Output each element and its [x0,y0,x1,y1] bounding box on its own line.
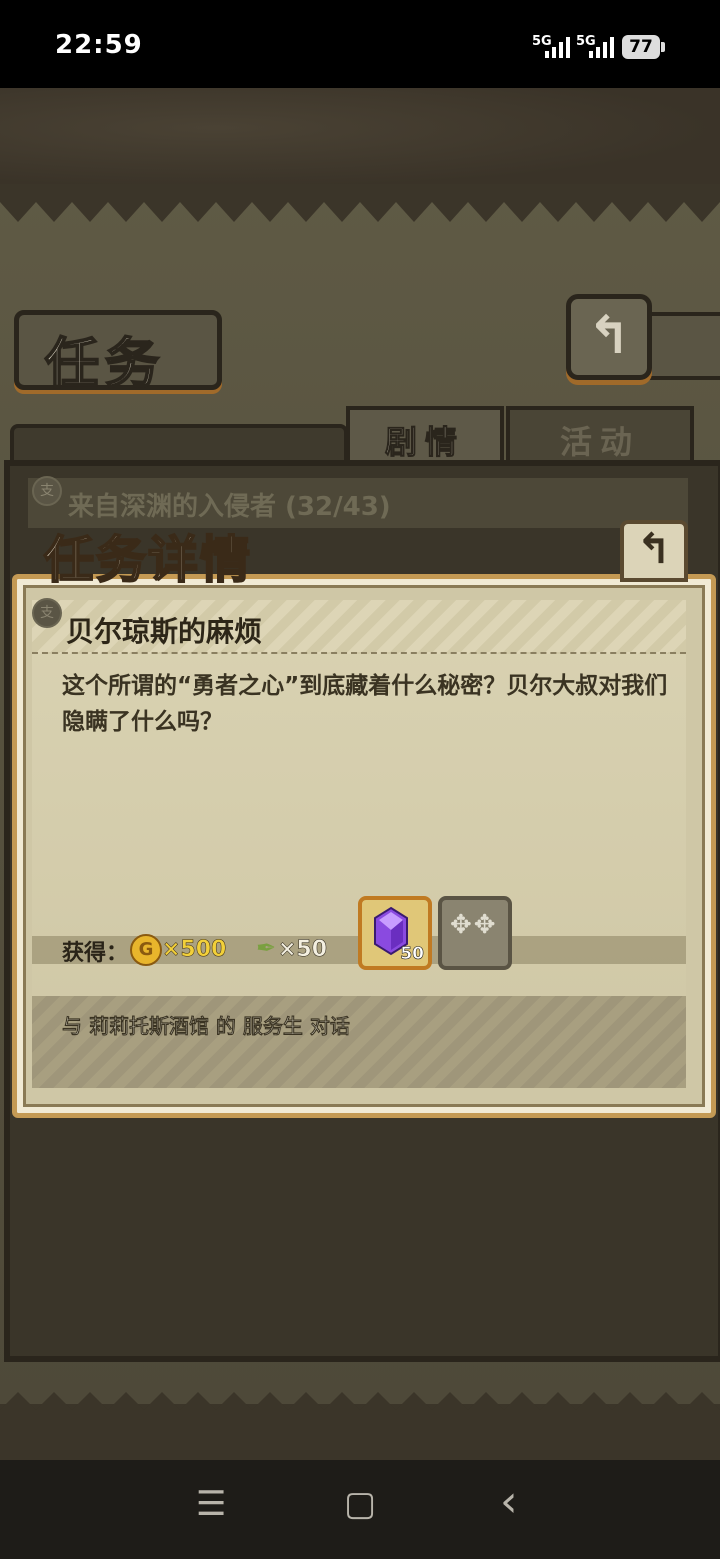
gem-count: 50 [400,944,424,965]
battery-icon: 77 [622,35,665,59]
map-background [0,88,720,188]
clock: 22:59 [55,30,143,60]
feather-icon: ✒ [256,934,277,962]
return-arrow-icon: ↰ [636,524,672,573]
signal-bars-2-icon [589,36,614,58]
zigzag-border-top [0,184,720,222]
side-quest-badge: 支 [32,476,62,506]
quest-list-title: 来自深渊的入侵者 (32/43) [68,492,391,522]
silver-claws-icon: ✥✥ [450,910,498,940]
feather-reward-amount: ×50 [278,937,328,963]
detail-back-button[interactable]: ↰ [620,520,688,582]
quest-description: 这个所谓的“勇者之心”到底藏着什么秘密？贝尔大叔对我们隐瞒了什么吗？ [62,673,668,735]
reward-item-claws[interactable]: ✥✥ [438,896,512,970]
game-screen: 任务 ↰ 剧情 活动 支 来自深渊的入侵者 (32/43) 支 贝尔琼斯的麻烦 … [0,88,720,1460]
home-icon[interactable]: ▢ [344,1484,376,1524]
back-icon[interactable]: ‹ [500,1476,518,1527]
task-objective: 与 莉莉托斯酒馆 的 服务生 对话 [62,1014,350,1038]
reward-label: 获得： [62,941,129,966]
detail-header-title: 任务详情 [43,530,252,590]
return-arrow-icon: ↰ [587,306,631,366]
recent-apps-icon[interactable]: ☰ [196,1484,226,1524]
screen-title-plate: 任务 [14,310,222,396]
title-plate-right [640,312,720,380]
quest-subtitle: 贝尔琼斯的麻烦 [66,615,263,648]
signal-bars-1-icon [545,36,570,58]
reward-item-gem[interactable]: 50 [358,896,432,970]
back-button-top[interactable]: ↰ [566,294,652,380]
gold-reward-amount: ×500 [162,937,227,963]
navigation-bar: ☰ ▢ ‹ [0,1460,720,1559]
side-quest-badge-detail: 支 [32,598,62,628]
zigzag-border-bottom [0,1392,720,1440]
tab-bar: 剧情 活动 [10,406,710,470]
gold-coin-icon: G [130,934,162,966]
status-bar: 22:59 5G 5G 77 [0,0,720,88]
screen-title: 任务 [44,331,165,396]
